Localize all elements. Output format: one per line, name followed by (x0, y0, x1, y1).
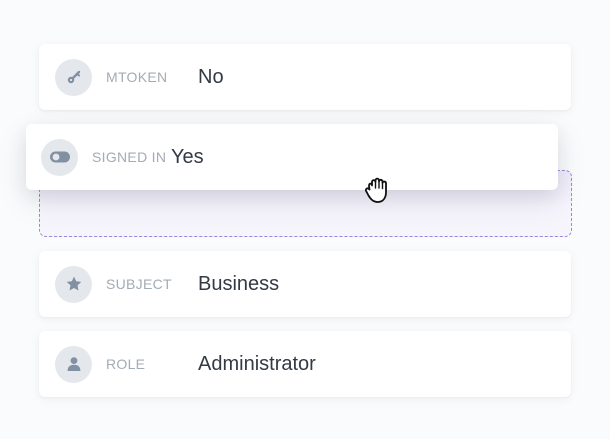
field-row-role[interactable]: ROLE Administrator (39, 331, 571, 397)
field-value: Yes (171, 145, 204, 168)
field-label: ROLE (106, 356, 146, 372)
field-row-signed-in[interactable]: SIGNED IN Yes (26, 124, 558, 190)
grab-hand-cursor-icon (365, 177, 387, 203)
field-value: Administrator (198, 352, 316, 375)
field-row-mtoken[interactable]: MTOKEN No (39, 44, 571, 110)
key-icon (55, 58, 92, 96)
field-row-subject[interactable]: SUBJECT Business (39, 251, 571, 317)
field-value: No (198, 65, 224, 88)
field-label: SUBJECT (106, 276, 172, 292)
star-icon (55, 265, 92, 303)
field-label: MTOKEN (106, 69, 168, 85)
user-icon (55, 345, 92, 383)
field-value: Business (198, 272, 280, 295)
toggle-icon (41, 138, 78, 176)
